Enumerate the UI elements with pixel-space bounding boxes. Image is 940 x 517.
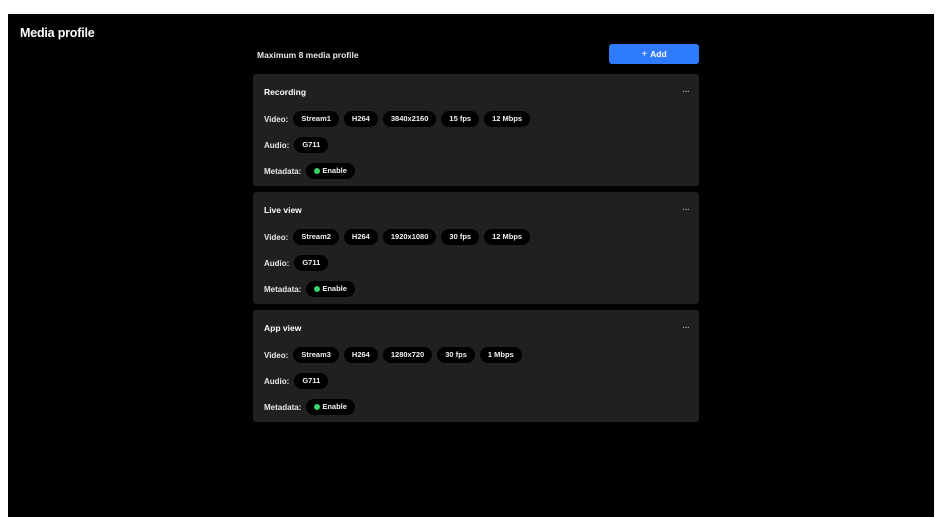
audio-codec-chip: G711 bbox=[294, 137, 329, 153]
media-profile-page: Media profile Maximum 8 media profile + … bbox=[8, 14, 934, 517]
more-options-icon[interactable]: ··· bbox=[682, 86, 690, 97]
video-label: Video: bbox=[264, 232, 289, 242]
add-profile-button[interactable]: + Add bbox=[609, 44, 699, 64]
profile-card-app-view: App view ··· Video: Stream3 H264 1280x72… bbox=[253, 310, 699, 422]
codec-chip: H264 bbox=[343, 347, 378, 363]
resolution-chip: 1920x1080 bbox=[382, 229, 437, 245]
bitrate-chip: 12 Mbps bbox=[484, 229, 531, 245]
add-button-label: Add bbox=[650, 49, 667, 59]
metadata-status-chip: Enable bbox=[306, 281, 355, 297]
audio-row: Audio: G711 bbox=[264, 373, 699, 389]
metadata-row: Metadata: Enable bbox=[264, 399, 699, 415]
status-dot-icon bbox=[314, 404, 321, 410]
max-profiles-label: Maximum 8 media profile bbox=[257, 50, 359, 60]
video-row: Video: Stream2 H264 1920x1080 30 fps 12 … bbox=[264, 229, 699, 245]
framerate-chip: 30 fps bbox=[441, 229, 480, 245]
audio-label: Audio: bbox=[264, 376, 290, 386]
video-label: Video: bbox=[264, 350, 289, 360]
codec-chip: H264 bbox=[343, 111, 378, 127]
more-options-icon[interactable]: ··· bbox=[682, 204, 690, 215]
metadata-label: Metadata: bbox=[264, 402, 302, 412]
metadata-status-text: Enable bbox=[322, 166, 347, 175]
status-dot-icon bbox=[314, 168, 321, 174]
stream-chip: Stream1 bbox=[293, 111, 339, 127]
stream-chip: Stream3 bbox=[293, 347, 339, 363]
audio-label: Audio: bbox=[264, 258, 290, 268]
bitrate-chip: 1 Mbps bbox=[479, 347, 522, 363]
video-row: Video: Stream1 H264 3840x2160 15 fps 12 … bbox=[264, 111, 699, 127]
profile-card-recording: Recording ··· Video: Stream1 H264 3840x2… bbox=[253, 74, 699, 186]
audio-codec-chip: G711 bbox=[294, 255, 329, 271]
page-title: Media profile bbox=[20, 26, 95, 40]
audio-label: Audio: bbox=[264, 140, 290, 150]
profile-name: Live view bbox=[264, 205, 302, 215]
audio-codec-chip: G711 bbox=[294, 373, 329, 389]
profile-card-live-view: Live view ··· Video: Stream2 H264 1920x1… bbox=[253, 192, 699, 304]
plus-icon: + bbox=[641, 48, 648, 60]
more-options-icon[interactable]: ··· bbox=[682, 322, 690, 333]
resolution-chip: 1280x720 bbox=[382, 347, 433, 363]
metadata-status-text: Enable bbox=[322, 284, 347, 293]
video-label: Video: bbox=[264, 114, 289, 124]
metadata-status-text: Enable bbox=[322, 402, 347, 411]
video-row: Video: Stream3 H264 1280x720 30 fps 1 Mb… bbox=[264, 347, 699, 363]
toolbar: Maximum 8 media profile + Add bbox=[253, 44, 699, 70]
codec-chip: H264 bbox=[343, 229, 378, 245]
audio-row: Audio: G711 bbox=[264, 137, 699, 153]
resolution-chip: 3840x2160 bbox=[382, 111, 437, 127]
status-dot-icon bbox=[314, 286, 321, 292]
metadata-status-chip: Enable bbox=[306, 399, 355, 415]
profile-name: Recording bbox=[264, 87, 307, 97]
profile-name: App view bbox=[264, 323, 302, 333]
metadata-row: Metadata: Enable bbox=[264, 163, 699, 179]
framerate-chip: 15 fps bbox=[441, 111, 480, 127]
stream-chip: Stream2 bbox=[293, 229, 339, 245]
metadata-row: Metadata: Enable bbox=[264, 281, 699, 297]
audio-row: Audio: G711 bbox=[264, 255, 699, 271]
bitrate-chip: 12 Mbps bbox=[484, 111, 531, 127]
metadata-label: Metadata: bbox=[264, 284, 302, 294]
profile-list-area: Maximum 8 media profile + Add Recording … bbox=[253, 44, 699, 428]
metadata-status-chip: Enable bbox=[306, 163, 355, 179]
framerate-chip: 30 fps bbox=[437, 347, 475, 363]
metadata-label: Metadata: bbox=[264, 166, 302, 176]
